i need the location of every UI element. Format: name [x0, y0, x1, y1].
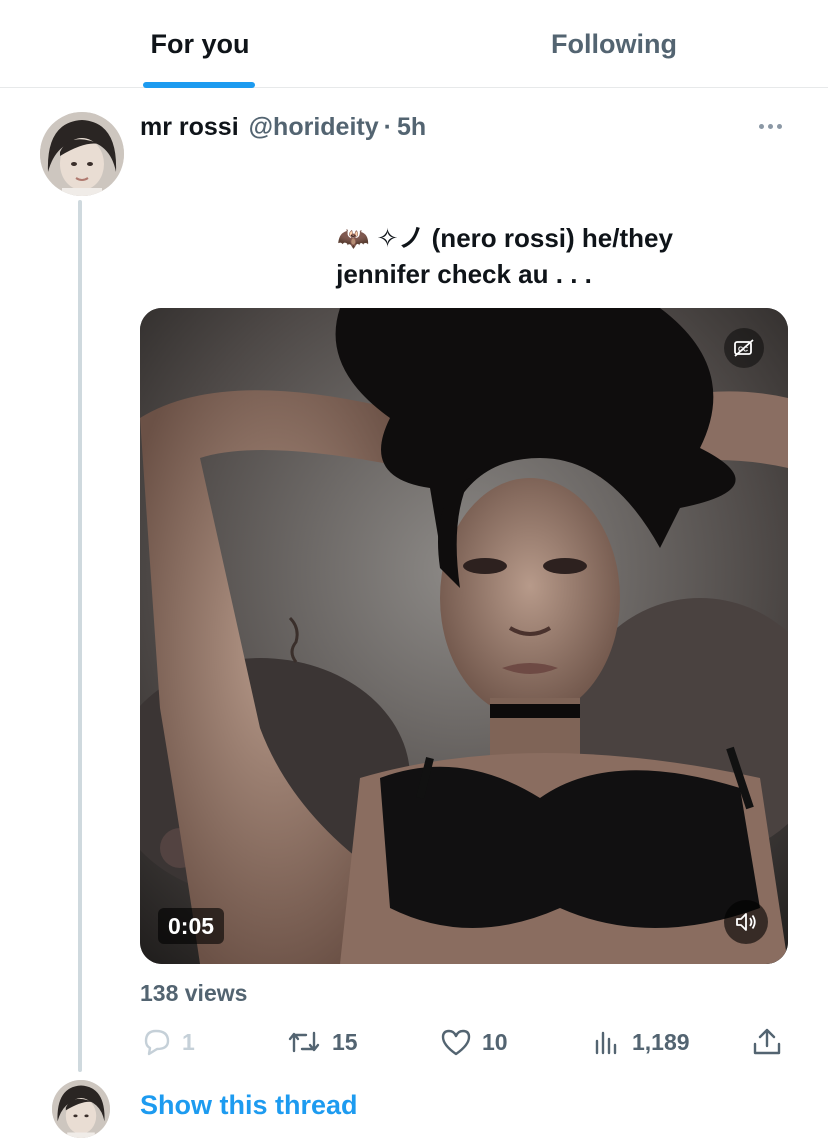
share-icon — [753, 1028, 781, 1055]
post-actions: 1 15 10 1,189 — [140, 1022, 788, 1062]
reply-button[interactable]: 1 — [140, 1022, 195, 1062]
bar-chart-icon — [595, 1031, 617, 1055]
like-count: 10 — [482, 1028, 508, 1055]
more-dot — [758, 123, 764, 129]
more-options-button[interactable] — [750, 112, 790, 140]
display-name[interactable]: mr rossi — [140, 113, 239, 142]
speaker-muted-icon — [736, 913, 756, 931]
view-count: 138 views — [140, 980, 248, 1006]
share-button[interactable] — [750, 1022, 784, 1062]
repost-button[interactable]: 15 — [286, 1022, 358, 1062]
video-frame — [140, 308, 788, 964]
analytics-count: 1,189 — [632, 1028, 690, 1055]
video-player[interactable]: CC 0:05 — [140, 308, 788, 964]
tab-following[interactable]: Following — [400, 0, 828, 88]
show-thread-link[interactable]: Show this thread — [140, 1090, 358, 1121]
captions-off-icon: CC — [734, 339, 754, 357]
repost-count: 15 — [332, 1028, 358, 1055]
post-text-line: jennifer check au . . . — [336, 259, 592, 289]
active-tab-indicator — [143, 82, 255, 88]
user-handle[interactable]: @horideity — [249, 113, 379, 142]
avatar-photo — [52, 1080, 110, 1138]
timeline-tabs: For you Following — [0, 0, 828, 88]
heart-icon — [441, 1029, 471, 1056]
reply-icon — [144, 1029, 170, 1056]
separator-dot: · — [383, 112, 392, 141]
thread-avatar[interactable] — [52, 1080, 110, 1138]
post-header: mr rossi @horideity · 5h — [140, 110, 426, 144]
analytics-button[interactable]: 1,189 — [592, 1022, 690, 1062]
repost-icon — [288, 1031, 320, 1053]
captions-button[interactable]: CC — [724, 328, 764, 368]
tab-for-you[interactable]: For you — [0, 0, 400, 88]
avatar-photo — [40, 112, 124, 196]
volume-button[interactable] — [724, 900, 768, 944]
avatar[interactable] — [40, 112, 124, 196]
post-timestamp[interactable]: 5h — [397, 113, 426, 142]
post-text-line: 🦇 ✧ノ (nero rossi) he/they — [337, 223, 673, 253]
reply-count: 1 — [182, 1028, 195, 1055]
post-text: 🦇 ✧ノ (nero rossi) he/they jennifer check… — [140, 220, 788, 292]
thread-connector-line — [78, 200, 82, 1072]
like-button[interactable]: 10 — [440, 1022, 508, 1062]
video-duration: 0:05 — [158, 908, 225, 944]
more-dot — [767, 123, 773, 129]
more-dot — [776, 123, 782, 129]
